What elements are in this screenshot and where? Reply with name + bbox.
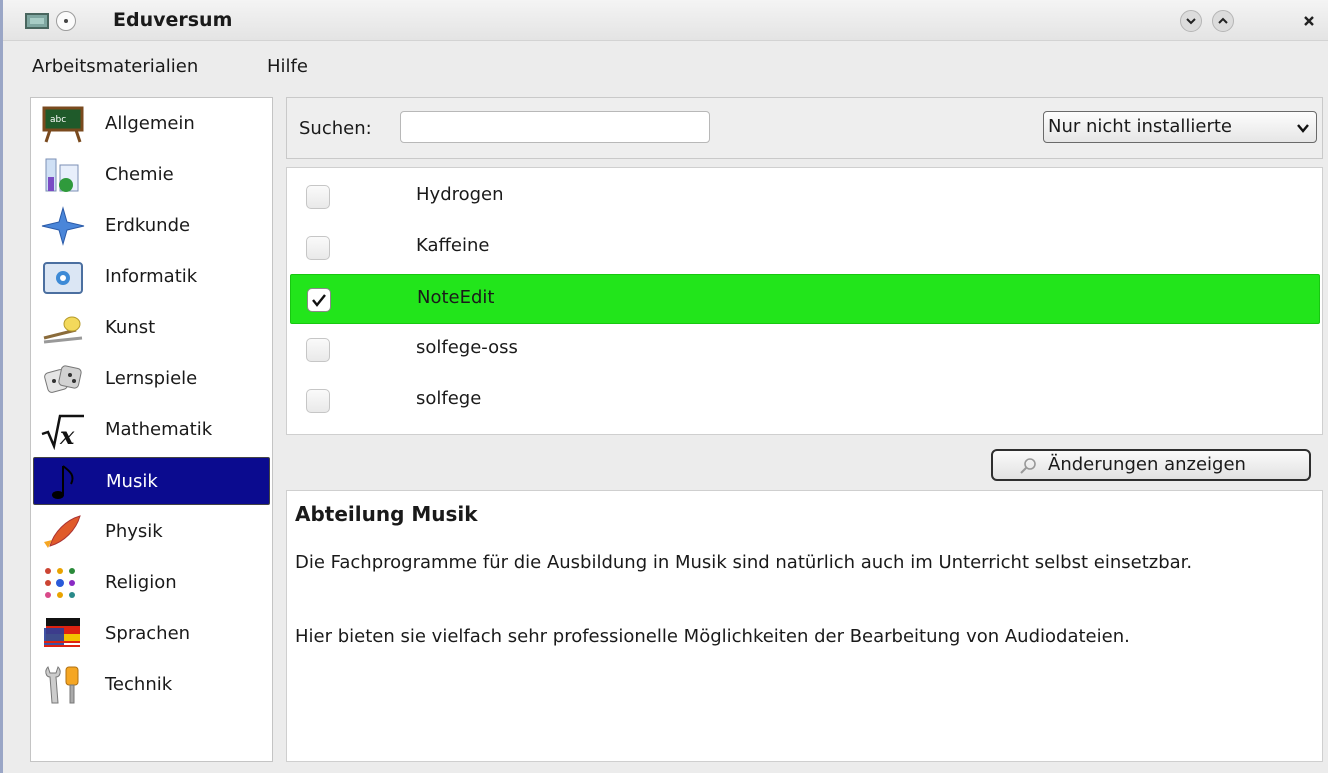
close-button[interactable] <box>1298 10 1320 32</box>
sidebar-item-label: Physik <box>105 521 163 542</box>
package-checkbox[interactable] <box>306 338 330 362</box>
package-row-solfege-oss[interactable]: solfege-oss <box>290 325 1320 375</box>
sidebar-item-label: Kunst <box>105 317 156 338</box>
package-checkbox[interactable] <box>306 185 330 209</box>
package-name: NoteEdit <box>417 287 495 308</box>
sidebar-item-label: Religion <box>105 572 177 593</box>
description-panel: Abteilung Musik Die Fachprogramme für di… <box>286 490 1323 762</box>
search-label: Suchen: <box>299 118 372 139</box>
religious-symbols-icon <box>45 568 75 598</box>
sidebar-item-informatik[interactable]: Informatik <box>33 253 270 301</box>
filter-selected-value: Nur nicht installierte <box>1048 116 1232 137</box>
sidebar-item-lernspiele[interactable]: Lernspiele <box>33 355 270 403</box>
computer-window-icon <box>43 262 83 294</box>
menu-arbeitsmaterialien[interactable]: Arbeitsmaterialien <box>32 56 198 77</box>
chalkboard-icon: abc <box>42 106 84 143</box>
minimize-button[interactable] <box>1180 10 1202 32</box>
package-name: solfege <box>416 388 482 409</box>
description-title: Abteilung Musik <box>295 502 478 526</box>
sidebar-item-erdkunde[interactable]: Erdkunde <box>33 202 270 250</box>
sidebar-item-allgemein[interactable]: abc Allgemein <box>33 100 270 148</box>
close-icon <box>1304 16 1314 26</box>
sidebar-item-religion[interactable]: Religion <box>33 559 270 607</box>
package-name: solfege-oss <box>416 337 518 358</box>
checkmark-icon <box>312 294 326 307</box>
chevron-down-icon <box>1297 124 1309 133</box>
paint-brush-icon <box>43 316 83 344</box>
svg-text:x: x <box>59 421 75 450</box>
package-row-hydrogen[interactable]: Hydrogen <box>290 172 1320 222</box>
chevron-down-icon <box>1186 18 1196 25</box>
lab-flask-icon <box>45 158 79 192</box>
package-checkbox[interactable] <box>306 236 330 260</box>
window-left-edge <box>0 0 3 773</box>
square-root-icon: x <box>41 414 84 450</box>
sidebar-item-label: Chemie <box>105 164 174 185</box>
menu-hilfe[interactable]: Hilfe <box>267 56 308 77</box>
title-bar: Eduversum <box>3 0 1328 41</box>
dice-icon <box>44 365 82 393</box>
description-paragraph: Die Fachprogramme für die Ausbildung in … <box>295 552 1193 573</box>
description-paragraph: Hier bieten sie vielfach sehr profession… <box>295 626 1130 647</box>
maximize-button[interactable] <box>1212 10 1234 32</box>
install-filter-dropdown[interactable]: Nur nicht installierte <box>1043 111 1317 143</box>
package-checkbox[interactable] <box>307 288 331 312</box>
package-name: Hydrogen <box>416 184 504 205</box>
search-input[interactable] <box>400 111 710 143</box>
sidebar-item-sprachen[interactable]: Sprachen <box>33 610 270 658</box>
sidebar-item-mathematik[interactable]: x Mathematik <box>33 406 270 454</box>
sidebar-item-kunst[interactable]: Kunst <box>33 304 270 352</box>
window-title: Eduversum <box>113 9 233 31</box>
wrench-screwdriver-icon <box>45 666 79 704</box>
sidebar-item-label: Musik <box>106 471 158 492</box>
chevron-up-icon <box>1218 17 1228 24</box>
package-checkbox[interactable] <box>306 389 330 413</box>
sidebar-item-label: Allgemein <box>105 113 195 134</box>
package-row-noteedit[interactable]: NoteEdit <box>290 274 1320 324</box>
sidebar-item-musik[interactable]: Musik <box>33 457 270 505</box>
package-list: Hydrogen Kaffeine NoteEdit solfege-oss s… <box>286 167 1323 435</box>
window-menu-button[interactable] <box>56 11 76 31</box>
magnifier-icon <box>1020 458 1036 474</box>
compass-star-icon <box>41 206 85 246</box>
sidebar-item-label: Mathematik <box>105 419 213 440</box>
flags-icon <box>44 618 80 647</box>
sidebar-item-label: Erdkunde <box>105 215 191 236</box>
sidebar-item-label: Sprachen <box>105 623 191 644</box>
search-panel: Suchen: Nur nicht installierte <box>286 97 1323 159</box>
music-note-icon <box>52 465 74 499</box>
package-row-solfege[interactable]: solfege <box>290 376 1320 426</box>
app-icon <box>25 13 49 29</box>
show-changes-button[interactable]: Änderungen anzeigen <box>991 449 1311 481</box>
category-sidebar: abc Allgemein Chemie Erdkunde Informatik <box>30 97 273 762</box>
sidebar-item-chemie[interactable]: Chemie <box>33 151 270 199</box>
sidebar-item-label: Informatik <box>105 266 198 287</box>
svg-text:abc: abc <box>50 115 66 125</box>
package-row-kaffeine[interactable]: Kaffeine <box>290 223 1320 273</box>
sidebar-item-technik[interactable]: Technik <box>33 661 270 709</box>
sidebar-item-physik[interactable]: Physik <box>33 508 270 556</box>
sidebar-item-label: Technik <box>105 674 173 695</box>
package-name: Kaffeine <box>416 235 490 256</box>
sidebar-item-label: Lernspiele <box>105 368 198 389</box>
show-changes-label: Änderungen anzeigen <box>1048 454 1246 475</box>
rocket-icon <box>44 515 81 548</box>
